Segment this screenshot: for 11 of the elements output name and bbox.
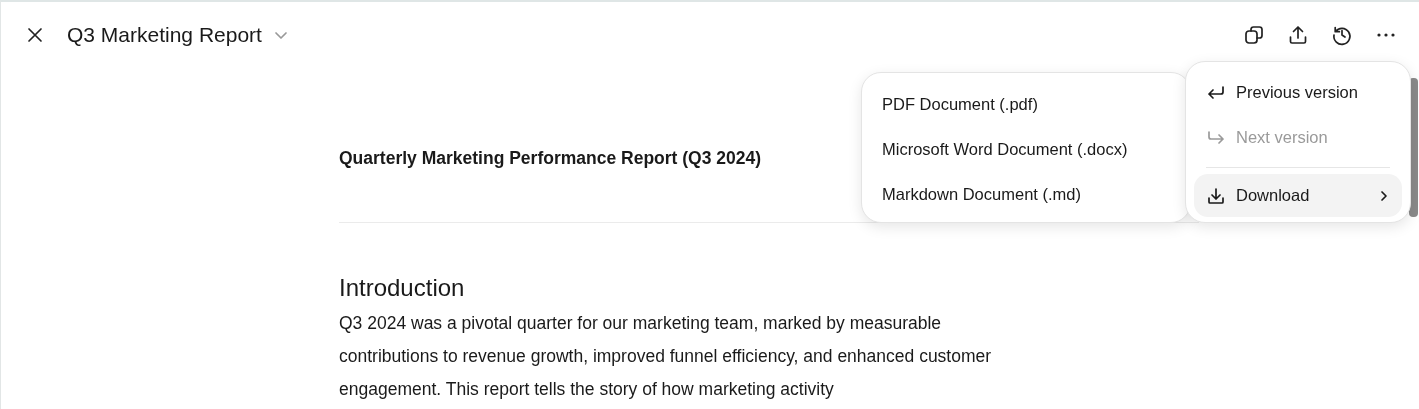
report-title: Quarterly Marketing Performance Report (Q3 2024) [339,147,762,170]
chevron-right-icon [1378,189,1390,202]
section-paragraph: Q3 2024 was a pivotal quarter for our marketing team, marked by measurable contributions to revenue growth, improved funnel efficiency, and enhanced customer engagement. This report tells the story of how marketing activity [339,312,993,401]
upload-icon[interactable] [1287,24,1309,46]
copy-icon[interactable] [1243,24,1265,46]
history-icon[interactable] [1331,24,1353,46]
download-icon [1206,185,1226,206]
menu-item[interactable]: Download [1194,174,1402,217]
document-title[interactable]: Q3 Marketing Report [67,23,262,47]
menu-item[interactable]: Previous version [1194,70,1402,115]
section-heading: Introduction [339,273,465,303]
